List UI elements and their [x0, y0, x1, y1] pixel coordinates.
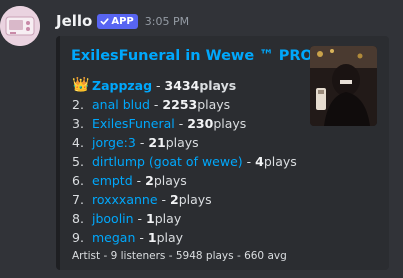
row-separator: -: [132, 173, 146, 188]
app-badge-label: APP: [111, 15, 134, 27]
play-count: 2: [169, 192, 179, 207]
leaderboard-row: 2. anal blud - 2253 plays: [72, 95, 297, 114]
play-count: 21: [148, 135, 166, 150]
row-separator: -: [149, 97, 163, 112]
play-count: 1: [146, 211, 155, 226]
play-count: 230: [187, 116, 214, 131]
leaderboard-row: 6. emptd - 2 plays: [72, 171, 297, 190]
rank-number: 8.: [72, 211, 84, 226]
row-separator: -: [152, 78, 165, 93]
play-count: 2: [145, 173, 154, 188]
row-separator: -: [242, 154, 256, 169]
leaderboard-row: 5. dirtlump (goat of wewe) - 4 plays: [72, 152, 297, 171]
listener-link[interactable]: emptd: [92, 171, 133, 190]
embed-footer: Artist - 9 listeners - 5948 plays - 660 …: [72, 250, 287, 262]
embed-title[interactable]: ExilesFuneral in Wewe ™ PRO: [71, 48, 313, 64]
crown-icon: 👑: [72, 77, 90, 93]
play-count: 4: [255, 154, 264, 169]
listener-link[interactable]: roxxxanne: [92, 190, 158, 209]
leaderboard-row: 👑 Zappzag - 3434 plays: [72, 76, 297, 95]
message-timestamp[interactable]: 3:05 PM: [145, 15, 189, 28]
play-unit: play: [154, 211, 182, 226]
leaderboard-row: 3. ExilesFuneral - 230 plays: [72, 114, 297, 133]
listener-link[interactable]: megan: [92, 228, 135, 247]
row-separator: -: [174, 116, 188, 131]
play-unit: plays: [165, 135, 199, 150]
play-count: 2253: [162, 97, 198, 112]
listener-link[interactable]: jorge:3: [92, 133, 136, 152]
avatar-image: [0, 6, 40, 46]
message-header: Jello APP 3:05 PM: [56, 12, 189, 30]
leaderboard-row: 9. megan - 1 play: [72, 228, 297, 247]
app-badge: APP: [97, 13, 138, 29]
play-count: 3434: [164, 78, 200, 93]
play-unit: plays: [178, 192, 212, 207]
rank-number: 7.: [72, 192, 84, 207]
leaderboard-embed: ExilesFuneral in Wewe ™ PRO 👑 Zappzag - …: [56, 36, 389, 270]
rank-number: 3.: [72, 116, 84, 131]
play-unit: plays: [153, 173, 187, 188]
rank-number: 5.: [72, 154, 84, 169]
rank-number: 4.: [72, 135, 84, 150]
rank-number: 2.: [72, 97, 84, 112]
listener-link[interactable]: Zappzag: [92, 76, 152, 95]
listener-link[interactable]: jboolin: [92, 209, 134, 228]
listener-link[interactable]: anal blud: [92, 95, 150, 114]
thumbnail-image: [310, 46, 377, 126]
leaderboard-list: 👑 Zappzag - 3434 plays 2. anal blud - 22…: [72, 76, 297, 247]
rank-number: 9.: [72, 230, 84, 245]
leaderboard-row: 4. jorge:3 - 21 plays: [72, 133, 297, 152]
leaderboard-row: 8. jboolin - 1 play: [72, 209, 297, 228]
play-unit: plays: [213, 116, 247, 131]
play-unit: plays: [199, 78, 237, 93]
play-unit: play: [156, 230, 184, 245]
leaderboard-row: 7. roxxxanne - 2 plays: [72, 190, 297, 209]
listener-link[interactable]: ExilesFuneral: [92, 114, 175, 133]
embed-thumbnail[interactable]: [310, 46, 377, 126]
row-separator: -: [133, 211, 147, 226]
author-username[interactable]: Jello: [56, 12, 92, 30]
row-separator: -: [135, 135, 149, 150]
bot-avatar[interactable]: [0, 6, 40, 46]
row-separator: -: [157, 192, 170, 207]
rank-number: 6.: [72, 173, 84, 188]
row-separator: -: [135, 230, 148, 245]
listener-link[interactable]: dirtlump (goat of wewe): [92, 152, 243, 171]
check-icon: [100, 17, 109, 25]
play-unit: plays: [197, 97, 231, 112]
play-count: 1: [147, 230, 157, 245]
play-unit: plays: [263, 154, 297, 169]
